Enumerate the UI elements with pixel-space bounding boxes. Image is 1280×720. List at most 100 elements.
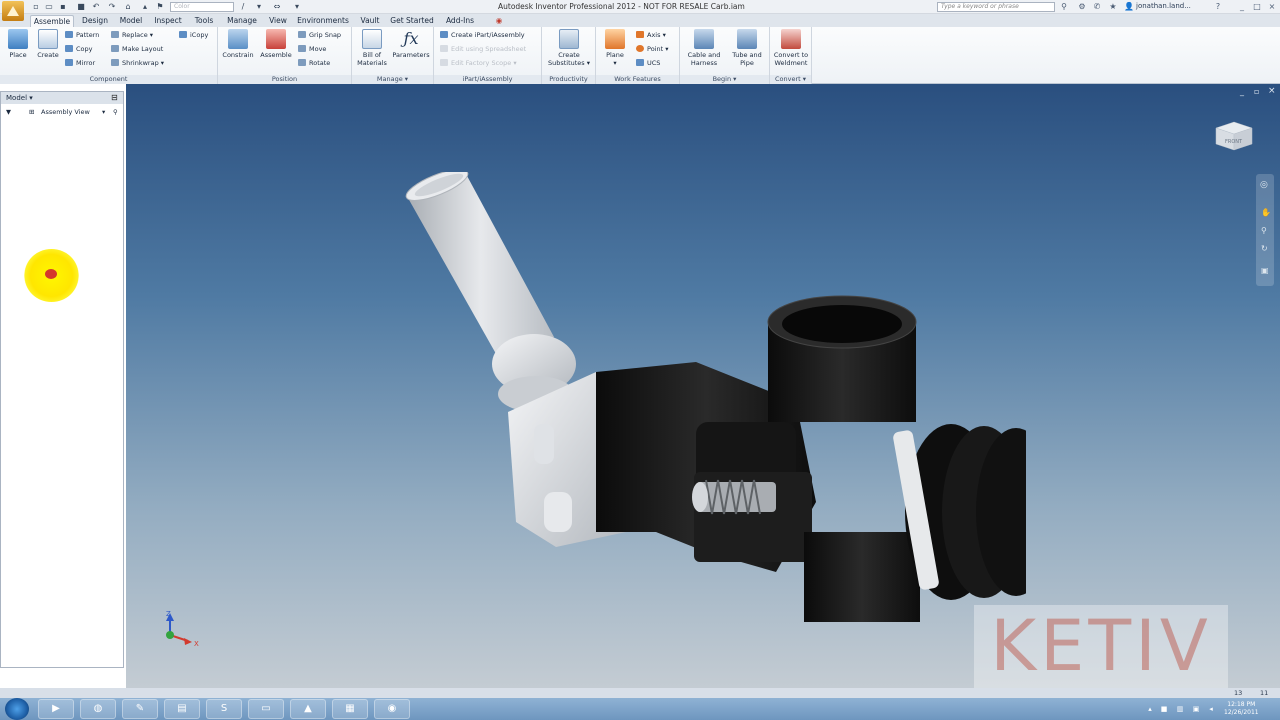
save-icon[interactable]: ▪	[58, 2, 68, 11]
viewcube[interactable]: FRONT	[1212, 118, 1256, 152]
assemble-button[interactable]: Assemble	[258, 29, 294, 59]
replace-button[interactable]: Replace ▾	[111, 30, 153, 40]
tube-and-pipe-button[interactable]: Tube and Pipe	[726, 29, 768, 67]
tab-model[interactable]: Model	[116, 15, 146, 27]
close-icon[interactable]: ×	[1267, 2, 1277, 12]
notes-app-icon[interactable]: ▦	[332, 699, 368, 719]
tab-assemble[interactable]: Assemble	[30, 15, 74, 27]
tray-expand-icon[interactable]: ▴	[1146, 705, 1154, 713]
autodesk-app-icon[interactable]: ▲	[290, 699, 326, 719]
find-binoculars-icon[interactable]: ⚲	[113, 106, 118, 118]
application-menu-button[interactable]	[2, 1, 24, 21]
point-button[interactable]: Point ▾	[636, 44, 668, 54]
home-icon[interactable]: ⌂	[123, 2, 133, 11]
outlook-icon[interactable]: ▤	[164, 699, 200, 719]
tab-inspect[interactable]: Inspect	[150, 15, 186, 27]
panel-title-manage[interactable]: Manage ▾	[352, 75, 433, 84]
tab-add-ins[interactable]: Add-Ins	[441, 15, 479, 27]
mirror-button[interactable]: Mirror	[65, 58, 95, 68]
zoom-icon[interactable]: ⚲	[1261, 226, 1267, 235]
firefox-icon[interactable]: ◍	[80, 699, 116, 719]
quick-access-more-icon[interactable]: ▾	[292, 2, 302, 11]
tray-app-icon[interactable]: ■	[1160, 705, 1168, 713]
outlet-pipe[interactable]	[804, 532, 920, 622]
search-icon[interactable]: ⚲	[1059, 2, 1069, 12]
shrinkwrap-button[interactable]: Shrinkwrap ▾	[111, 58, 164, 68]
network-icon[interactable]: ▥	[1176, 705, 1184, 713]
tab-design[interactable]: Design	[77, 15, 113, 27]
view-mode-dropdown-icon[interactable]: ▾	[102, 106, 105, 118]
camtasia-icon[interactable]: ◉	[374, 699, 410, 719]
orbit-icon[interactable]: ↻	[1261, 244, 1268, 253]
view-mode-select[interactable]: Assembly View	[41, 106, 90, 118]
panel-title-productivity[interactable]: Productivity	[542, 75, 595, 84]
dropdown-icon[interactable]: ▾	[254, 2, 264, 11]
subscription-icon[interactable]: ⚙	[1077, 2, 1087, 12]
user-name[interactable]: jonathan.land...	[1136, 2, 1191, 10]
float-bowl[interactable]	[767, 295, 917, 422]
create-ipart-button[interactable]: Create iPart/iAssembly	[440, 30, 525, 40]
tab-vault[interactable]: Vault	[356, 15, 384, 27]
skype-icon[interactable]: S	[206, 699, 242, 719]
maximize-icon[interactable]: □	[1252, 2, 1262, 12]
tab-view[interactable]: View	[265, 15, 291, 27]
tab-tools[interactable]: Tools	[190, 15, 218, 27]
ribbon-options-icon[interactable]: ◉	[492, 15, 506, 27]
tab-environments[interactable]: Environments	[295, 15, 351, 27]
parameters-button[interactable]: ƒx Parameters	[390, 29, 432, 59]
constrain-button[interactable]: Constrain	[220, 29, 256, 59]
material-icon[interactable]: /	[238, 2, 248, 11]
browser-options-icon[interactable]: ⊟	[111, 93, 118, 102]
save-icon[interactable]: ■	[76, 2, 86, 11]
help-icon[interactable]: ?	[1213, 2, 1223, 12]
panel-title-begin[interactable]: Begin ▾	[680, 75, 769, 84]
file-explorer-icon[interactable]: ▭	[248, 699, 284, 719]
carburetor-assembly-model[interactable]	[396, 172, 1026, 622]
create-substitutes-button[interactable]: Create Substitutes ▾	[544, 29, 594, 67]
look-at-icon[interactable]: ▣	[1261, 266, 1269, 275]
update-icon[interactable]: ⚑	[155, 2, 165, 11]
filter-icon[interactable]: ▼	[6, 106, 11, 118]
viewport-close-icon[interactable]: ×	[1268, 86, 1276, 96]
viewport-minimize-icon[interactable]: _	[1240, 87, 1244, 96]
tab-manage[interactable]: Manage	[223, 15, 261, 27]
idle-screw-spring[interactable]	[692, 479, 776, 515]
new-icon[interactable]: ▫	[31, 2, 41, 11]
undo-icon[interactable]: ↶	[91, 2, 101, 11]
panel-title-convert[interactable]: Convert ▾	[770, 75, 811, 84]
media-player-icon[interactable]: ▶	[38, 699, 74, 719]
panel-title-work-features[interactable]: Work Features	[596, 75, 679, 84]
rotate-button[interactable]: Rotate	[298, 58, 330, 68]
icopy-button[interactable]: iCopy	[179, 30, 208, 40]
pattern-button[interactable]: Pattern	[65, 30, 99, 40]
edit-using-spreadsheet-button[interactable]: Edit using Spreadsheet	[440, 44, 526, 54]
help-search-input[interactable]: Type a keyword or phrase	[937, 2, 1055, 12]
browser-header[interactable]: Model ▾	[1, 92, 123, 104]
communication-center-icon[interactable]: ✆	[1092, 2, 1102, 12]
panel-title-position[interactable]: Position	[218, 75, 351, 84]
copy-button[interactable]: Copy	[65, 44, 93, 54]
viewport-restore-icon[interactable]: ▫	[1254, 87, 1259, 96]
start-button[interactable]	[5, 698, 29, 720]
inventor-icon[interactable]: ✎	[122, 699, 158, 719]
pan-icon[interactable]: ✋	[1261, 208, 1271, 217]
minimize-icon[interactable]: _	[1237, 2, 1247, 12]
convert-to-weldment-button[interactable]: Convert to Weldment	[771, 29, 811, 67]
edit-factory-scope-button[interactable]: Edit Factory Scope ▾	[440, 58, 517, 68]
move-button[interactable]: Move	[298, 44, 326, 54]
color-override-combo[interactable]: Color	[170, 2, 234, 12]
panel-title-ipart[interactable]: iPart/iAssembly	[434, 75, 541, 84]
bill-of-materials-button[interactable]: Bill of Materials	[354, 29, 390, 67]
place-button[interactable]: Place	[4, 29, 32, 59]
graphics-viewport[interactable]: _ ▫ × FRONT ◎ ✋ ⚲ ↻ ▣ Z X KETIV	[126, 84, 1280, 688]
system-clock[interactable]: 12:18 PM 12/26/2011	[1224, 701, 1259, 717]
steering-wheel-icon[interactable]: ◎	[1260, 180, 1268, 190]
panel-title-component[interactable]: Component	[0, 75, 217, 84]
grip-snap-button[interactable]: Grip Snap	[298, 30, 341, 40]
display-icon[interactable]: ▣	[1192, 705, 1200, 713]
ucs-button[interactable]: UCS	[636, 58, 660, 68]
cable-and-harness-button[interactable]: Cable and Harness	[682, 29, 726, 67]
volume-icon[interactable]: ◂	[1207, 705, 1215, 713]
tab-get-started[interactable]: Get Started	[388, 15, 436, 27]
plane-button[interactable]: Plane ▾	[598, 29, 632, 67]
